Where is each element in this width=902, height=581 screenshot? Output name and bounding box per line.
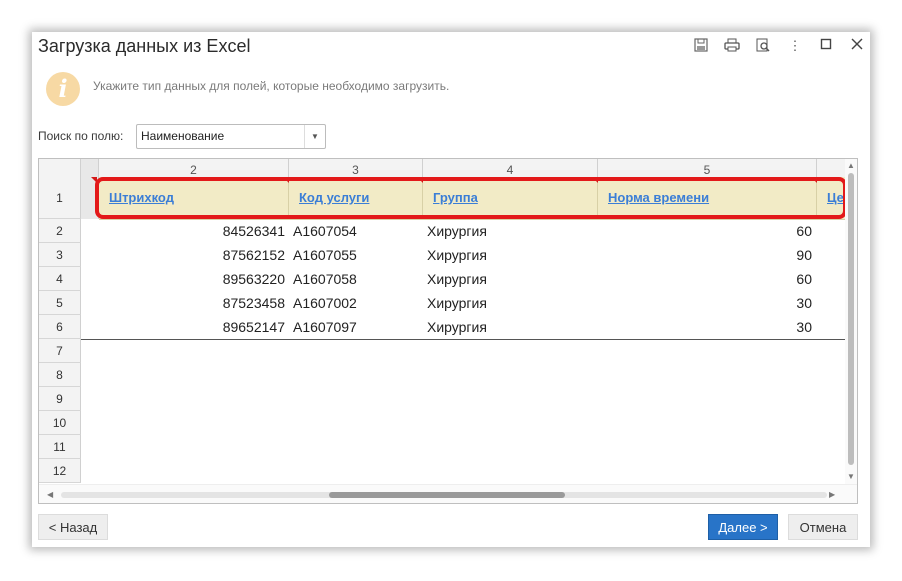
row-number: 3 — [39, 243, 81, 267]
column-number: 5 — [598, 159, 817, 177]
row-number: 4 — [39, 267, 81, 291]
vertical-scrollbar[interactable]: ▲ ▼ — [845, 159, 857, 484]
grid-corner — [39, 159, 81, 177]
cell-time-norm[interactable]: 90 — [598, 243, 812, 267]
row-number: 6 — [39, 315, 81, 339]
cell-service-code[interactable]: A1607054 — [293, 219, 357, 243]
cell-service-code[interactable]: A1607097 — [293, 315, 357, 339]
cell-group[interactable]: Хирургия — [427, 267, 487, 291]
maximize-icon[interactable] — [816, 38, 836, 54]
row-number: 1 — [39, 177, 81, 219]
cell-group[interactable]: Хирургия — [427, 315, 487, 339]
cell-time-norm[interactable]: 30 — [598, 291, 812, 315]
cell-group[interactable]: Хирургия — [427, 219, 487, 243]
cell-service-code[interactable]: A1607055 — [293, 243, 357, 267]
row-number: 11 — [39, 435, 81, 459]
cell-barcode[interactable]: 87562152 — [99, 243, 285, 267]
horizontal-scroll-thumb[interactable] — [329, 492, 565, 498]
cell-group[interactable]: Хирургия — [427, 291, 487, 315]
cell-barcode[interactable]: 84526341 — [99, 219, 285, 243]
cell-time-norm[interactable]: 30 — [598, 315, 812, 339]
column-header-bar: 2 3 4 5 — [39, 159, 857, 178]
cell-service-code[interactable]: A1607002 — [293, 291, 357, 315]
info-icon: i — [46, 72, 80, 106]
info-message: Укажите тип данных для полей, которые не… — [93, 79, 450, 93]
dialog-window: Загрузка данных из Excel ⋮ i Укажите тип… — [32, 32, 870, 547]
column-number: 3 — [289, 159, 423, 177]
row-number: 2 — [39, 219, 81, 243]
search-label: Поиск по полю: — [38, 129, 124, 143]
cell-group[interactable]: Хирургия — [427, 243, 487, 267]
column-number: 4 — [423, 159, 598, 177]
search-field-value: Наименование — [141, 129, 225, 143]
cell-barcode[interactable]: 87523458 — [99, 291, 285, 315]
preview-icon[interactable] — [753, 38, 773, 54]
chevron-down-icon[interactable]: ▼ — [304, 125, 325, 148]
horizontal-scrollbar[interactable]: ◀ ▶ — [39, 484, 857, 503]
row-number: 10 — [39, 411, 81, 435]
close-icon[interactable] — [847, 38, 867, 54]
save-icon[interactable] — [691, 38, 711, 54]
window-title: Загрузка данных из Excel — [38, 36, 251, 56]
row-number: 8 — [39, 363, 81, 387]
cell-time-norm[interactable]: 60 — [598, 219, 812, 243]
scroll-right-icon[interactable]: ▶ — [829, 490, 835, 499]
header-highlight-frame — [95, 177, 847, 219]
search-field-select[interactable]: Наименование ▼ — [136, 124, 326, 149]
cell-service-code[interactable]: A1607058 — [293, 267, 357, 291]
print-icon[interactable] — [722, 38, 742, 54]
next-button[interactable]: Далее > — [708, 514, 778, 540]
row-number: 5 — [39, 291, 81, 315]
scroll-up-icon[interactable]: ▲ — [847, 161, 855, 170]
vertical-scroll-thumb[interactable] — [848, 173, 854, 465]
row-number: 9 — [39, 387, 81, 411]
cancel-button[interactable]: Отмена — [788, 514, 858, 540]
scroll-down-icon[interactable]: ▼ — [847, 472, 855, 481]
cell-time-norm[interactable]: 60 — [598, 267, 812, 291]
table-bottom-border — [81, 339, 845, 340]
row-number: 7 — [39, 339, 81, 363]
back-button[interactable]: < Назад — [38, 514, 108, 540]
more-icon[interactable]: ⋮ — [785, 38, 805, 54]
column-number: 2 — [99, 159, 289, 177]
cell-barcode[interactable]: 89563220 — [99, 267, 285, 291]
scroll-left-icon[interactable]: ◀ — [47, 490, 53, 499]
data-grid[interactable]: 2 3 4 5 1 2 3 4 5 6 7 8 9 10 11 12 Штрих… — [38, 158, 858, 504]
cell-barcode[interactable]: 89652147 — [99, 315, 285, 339]
row-number: 12 — [39, 459, 81, 483]
